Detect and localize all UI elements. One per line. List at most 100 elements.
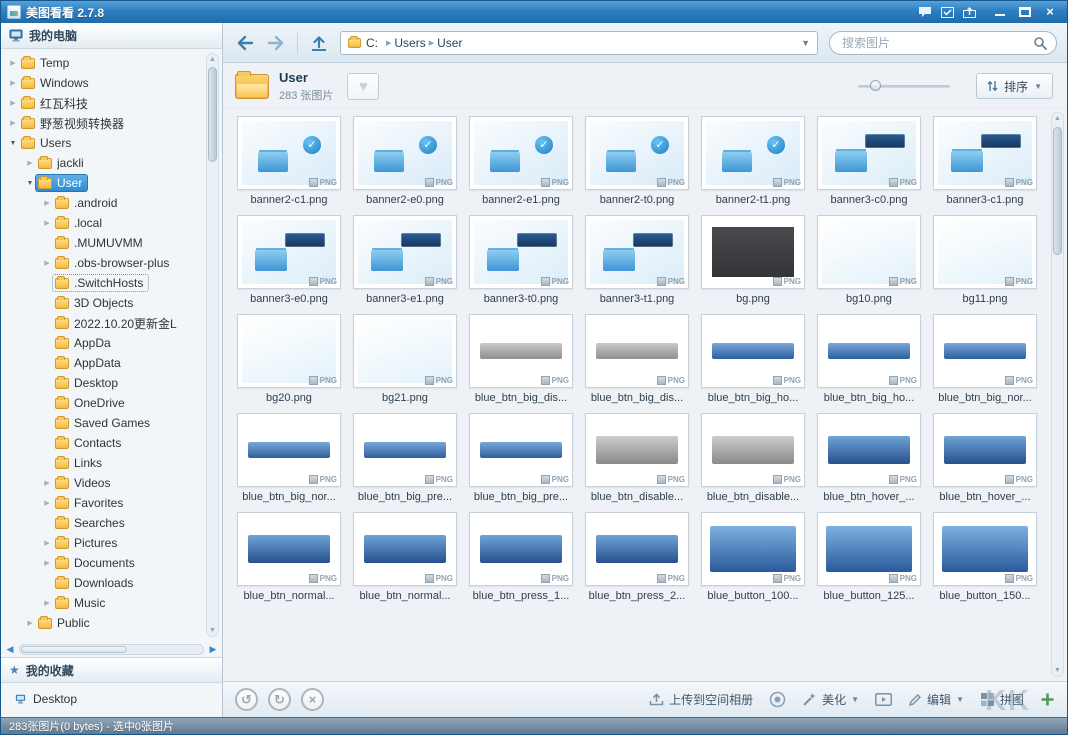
tree-item[interactable]: ▶jackli bbox=[3, 153, 204, 173]
tree-item[interactable]: ▶Favorites bbox=[3, 493, 204, 513]
thumbnail-item[interactable]: PNGblue_btn_press_1... bbox=[463, 512, 579, 602]
thumbnail-image[interactable]: PNG bbox=[933, 314, 1037, 388]
vote-icon[interactable] bbox=[941, 7, 954, 18]
thumbnail-image[interactable]: PNG bbox=[469, 512, 573, 586]
expand-arrow-icon[interactable]: ▶ bbox=[24, 159, 36, 167]
sort-dropdown-icon[interactable]: ▼ bbox=[1034, 82, 1042, 91]
tree-item[interactable]: ▶Documents bbox=[3, 553, 204, 573]
scroll-right-icon[interactable]: ▶ bbox=[207, 644, 219, 655]
thumbnail-image[interactable]: PNG bbox=[237, 215, 341, 289]
delete-button[interactable]: × bbox=[301, 688, 324, 711]
tree-item[interactable]: ▶Windows bbox=[3, 73, 204, 93]
thumbnail-image[interactable]: PNG bbox=[353, 413, 457, 487]
thumbnail-image[interactable]: PNG bbox=[933, 116, 1037, 190]
expand-arrow-icon[interactable]: ▶ bbox=[41, 599, 53, 607]
thumbnail-image[interactable]: PNG bbox=[237, 116, 341, 190]
tree-item[interactable]: ▼Users bbox=[3, 133, 204, 153]
thumbnail-image[interactable]: PNG bbox=[701, 215, 805, 289]
thumbnail-item[interactable]: PNGbanner3-c1.png bbox=[927, 116, 1043, 206]
minimize-button[interactable] bbox=[993, 6, 1007, 18]
thumbnail-item[interactable]: PNGbg20.png bbox=[231, 314, 347, 404]
thumbnail-image[interactable]: PNG bbox=[469, 215, 573, 289]
thumbnail-image[interactable]: PNG bbox=[585, 215, 689, 289]
upload-to-album-button[interactable]: 上传到空间相册 bbox=[649, 691, 753, 708]
tree-item[interactable]: ▶Downloads bbox=[3, 573, 204, 593]
thumbnail-item[interactable]: PNGblue_btn_normal... bbox=[347, 512, 463, 602]
thumbnail-item[interactable]: PNGbg10.png bbox=[811, 215, 927, 305]
close-button[interactable]: × bbox=[1043, 6, 1057, 18]
expand-arrow-icon[interactable]: ▶ bbox=[41, 479, 53, 487]
thumbnail-item[interactable]: PNGbanner3-t0.png bbox=[463, 215, 579, 305]
thumbnail-image[interactable]: PNG bbox=[237, 314, 341, 388]
thumbnail-item[interactable]: PNGblue_btn_press_2... bbox=[579, 512, 695, 602]
edit-dropdown-icon[interactable]: ▼ bbox=[956, 695, 964, 704]
slideshow-button[interactable] bbox=[875, 693, 892, 706]
thumbnail-item[interactable]: PNGblue_btn_big_pre... bbox=[463, 413, 579, 503]
thumbnail-item[interactable]: PNGblue_btn_disable... bbox=[695, 413, 811, 503]
tree-item[interactable]: ▶Public bbox=[3, 613, 204, 633]
thumbnail-image[interactable]: PNG bbox=[701, 512, 805, 586]
expand-arrow-icon[interactable]: ▶ bbox=[7, 119, 19, 127]
back-button[interactable] bbox=[231, 30, 259, 56]
thumbnail-item[interactable]: PNGbg21.png bbox=[347, 314, 463, 404]
thumbnail-image[interactable]: PNG bbox=[817, 512, 921, 586]
thumbnail-image[interactable]: PNG bbox=[701, 413, 805, 487]
hscroll-track[interactable] bbox=[19, 644, 204, 655]
thumbnail-image[interactable]: PNG bbox=[817, 116, 921, 190]
thumbnail-image[interactable]: PNG bbox=[353, 314, 457, 388]
collage-button[interactable]: 拼图 bbox=[980, 691, 1024, 708]
favorites-header[interactable]: ★ 我的收藏 bbox=[1, 657, 222, 683]
scrollbar-thumb[interactable] bbox=[208, 67, 217, 162]
hscroll-thumb[interactable] bbox=[21, 646, 127, 653]
thumbnail-image[interactable]: PNG bbox=[237, 512, 341, 586]
add-button[interactable] bbox=[1040, 692, 1055, 707]
thumbnail-image[interactable]: PNG bbox=[933, 215, 1037, 289]
tree-item[interactable]: ▶Saved Games bbox=[3, 413, 204, 433]
thumbnail-item[interactable]: PNGbanner2-e0.png bbox=[347, 116, 463, 206]
thumbnail-image[interactable]: PNG bbox=[237, 413, 341, 487]
rotate-right-button[interactable]: ↻ bbox=[268, 688, 291, 711]
thumbnail-item[interactable]: PNGbanner2-c1.png bbox=[231, 116, 347, 206]
lens-button[interactable] bbox=[769, 691, 786, 708]
thumbnail-item[interactable]: PNGblue_btn_big_nor... bbox=[927, 314, 1043, 404]
tree-item[interactable]: ▶.android bbox=[3, 193, 204, 213]
share-icon[interactable] bbox=[963, 7, 976, 18]
thumbnail-item[interactable]: PNGblue_btn_big_ho... bbox=[811, 314, 927, 404]
tree-item[interactable]: ▶Music bbox=[3, 593, 204, 613]
favorite-heart-button[interactable]: ♥ bbox=[347, 73, 379, 100]
thumbnail-image[interactable]: PNG bbox=[353, 215, 457, 289]
scroll-up-icon[interactable]: ▲ bbox=[207, 56, 218, 63]
beautify-button[interactable]: 美化 ▼ bbox=[802, 691, 859, 708]
search-box[interactable] bbox=[829, 31, 1057, 55]
thumbnail-item[interactable]: PNGblue_button_125... bbox=[811, 512, 927, 602]
thumbnail-image[interactable]: PNG bbox=[933, 512, 1037, 586]
edit-button[interactable]: 编辑 ▼ bbox=[908, 691, 964, 708]
thumbnail-item[interactable]: PNGblue_button_100... bbox=[695, 512, 811, 602]
scroll-down-icon[interactable]: ▼ bbox=[1052, 667, 1063, 674]
tree-item[interactable]: ▶野葱视频转换器 bbox=[3, 113, 204, 133]
tree-item[interactable]: ▶红瓦科技 bbox=[3, 93, 204, 113]
thumbnail-image[interactable]: PNG bbox=[933, 413, 1037, 487]
search-icon[interactable] bbox=[1033, 36, 1047, 50]
tree-item[interactable]: ▶Videos bbox=[3, 473, 204, 493]
thumbnail-item[interactable]: PNGblue_btn_big_dis... bbox=[579, 314, 695, 404]
tree-item[interactable]: ▶AppData bbox=[3, 353, 204, 373]
expand-arrow-icon[interactable]: ▶ bbox=[41, 559, 53, 567]
collapse-arrow-icon[interactable]: ▼ bbox=[24, 180, 36, 187]
expand-arrow-icon[interactable]: ▶ bbox=[7, 59, 19, 67]
address-dropdown-icon[interactable]: ▼ bbox=[801, 38, 810, 48]
thumbnail-image[interactable]: PNG bbox=[817, 413, 921, 487]
tree-item[interactable]: ▶Pictures bbox=[3, 533, 204, 553]
thumbnail-item[interactable]: PNGbanner2-t1.png bbox=[695, 116, 811, 206]
thumbnail-image[interactable]: PNG bbox=[469, 413, 573, 487]
thumbnail-image[interactable]: PNG bbox=[469, 314, 573, 388]
address-drive[interactable]: C: bbox=[366, 36, 378, 50]
collapse-arrow-icon[interactable]: ▼ bbox=[7, 140, 19, 147]
thumbnail-image[interactable]: PNG bbox=[585, 314, 689, 388]
thumbnail-item[interactable]: PNGbanner3-c0.png bbox=[811, 116, 927, 206]
tree-item[interactable]: ▼User bbox=[3, 173, 204, 193]
expand-arrow-icon[interactable]: ▶ bbox=[7, 79, 19, 87]
tree-item[interactable]: ▶.SwitchHosts bbox=[3, 273, 204, 293]
address-crumb[interactable]: Users bbox=[394, 36, 425, 50]
tree-item[interactable]: ▶OneDrive bbox=[3, 393, 204, 413]
